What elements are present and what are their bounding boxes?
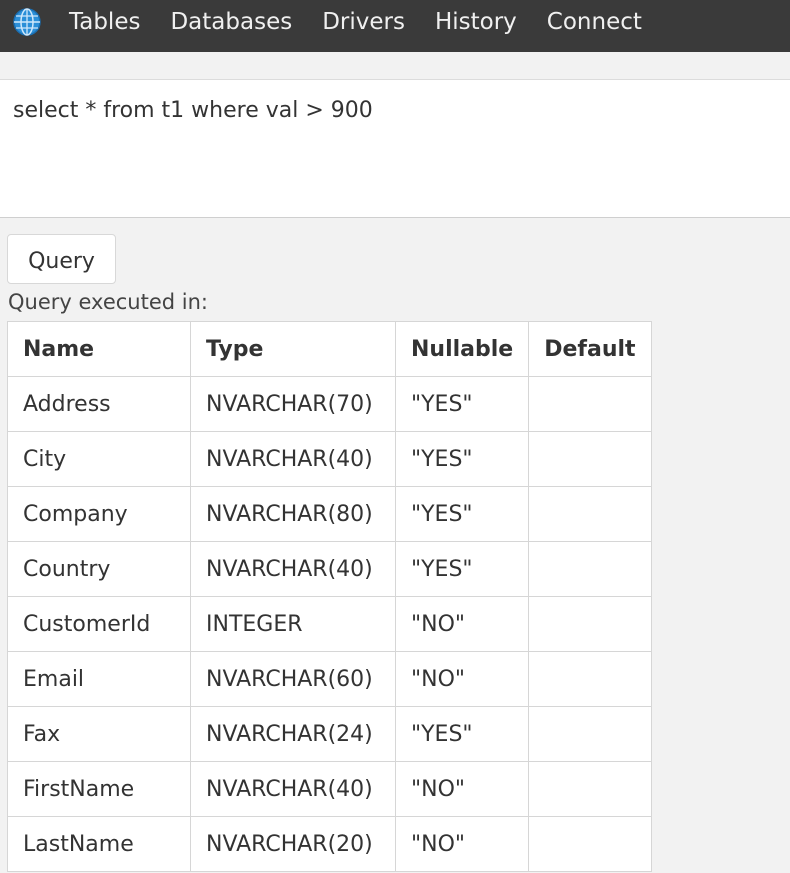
cell-default [528,486,652,542]
cell-name: LastName [7,816,191,872]
nav-drivers[interactable]: Drivers [322,9,405,35]
cell-name: Country [7,541,191,597]
cell-type: NVARCHAR(60) [190,651,396,707]
header-nullable: Nullable [394,321,530,377]
query-text[interactable]: select * from t1 where val > 900 [13,98,373,123]
query-status: Query executed in: [8,290,208,314]
cell-name: Company [7,486,191,542]
nav-connect[interactable]: Connect [547,9,642,35]
cell-type: NVARCHAR(24) [190,706,396,762]
cell-type: NVARCHAR(70) [190,376,396,432]
query-button[interactable]: Query [7,234,116,284]
table-row: Email NVARCHAR(60) "NO" [7,651,652,707]
cell-type: NVARCHAR(80) [190,486,396,542]
cell-nullable: "YES" [394,541,530,597]
table-row: FirstName NVARCHAR(40) "NO" [7,761,652,817]
results-table: Name Type Nullable Default Address NVARC… [7,321,652,872]
nav-tables[interactable]: Tables [69,9,140,35]
query-editor[interactable]: select * from t1 where val > 900 [0,80,790,218]
table-row: City NVARCHAR(40) "YES" [7,431,652,487]
cell-default [528,816,652,872]
table-row: Address NVARCHAR(70) "YES" [7,376,652,432]
table-row: Fax NVARCHAR(24) "YES" [7,706,652,762]
cell-name: City [7,431,191,487]
cell-nullable: "NO" [394,651,530,707]
table-row: Company NVARCHAR(80) "YES" [7,486,652,542]
cell-name: CustomerId [7,596,191,652]
cell-name: FirstName [7,761,191,817]
cell-name: Fax [7,706,191,762]
cell-type: NVARCHAR(40) [190,541,396,597]
globe-icon[interactable] [10,5,44,39]
table-header-row: Name Type Nullable Default [7,321,652,377]
table-row: LastName NVARCHAR(20) "NO" [7,816,652,872]
cell-type: NVARCHAR(20) [190,816,396,872]
cell-nullable: "YES" [394,486,530,542]
cell-default [528,596,652,652]
cell-default [528,761,652,817]
cell-nullable: "YES" [394,376,530,432]
cell-nullable: "NO" [394,596,530,652]
cell-type: INTEGER [190,596,396,652]
cell-default [528,651,652,707]
cell-nullable: "NO" [394,761,530,817]
cell-type: NVARCHAR(40) [190,761,396,817]
cell-nullable: "YES" [394,431,530,487]
cell-default [528,431,652,487]
cell-nullable: "NO" [394,816,530,872]
cell-nullable: "YES" [394,706,530,762]
cell-default [528,706,652,762]
header-type: Type [190,321,396,377]
cell-name: Address [7,376,191,432]
cell-default [528,376,652,432]
table-row: CustomerId INTEGER "NO" [7,596,652,652]
nav-databases[interactable]: Databases [170,9,292,35]
cell-type: NVARCHAR(40) [190,431,396,487]
top-navbar: Tables Databases Drivers History Connect [0,0,790,52]
header-default: Default [528,321,652,377]
cell-name: Email [7,651,191,707]
nav-history[interactable]: History [435,9,517,35]
table-row: Country NVARCHAR(40) "YES" [7,541,652,597]
header-name: Name [7,321,191,377]
toolbar-strip [0,52,790,80]
cell-default [528,541,652,597]
